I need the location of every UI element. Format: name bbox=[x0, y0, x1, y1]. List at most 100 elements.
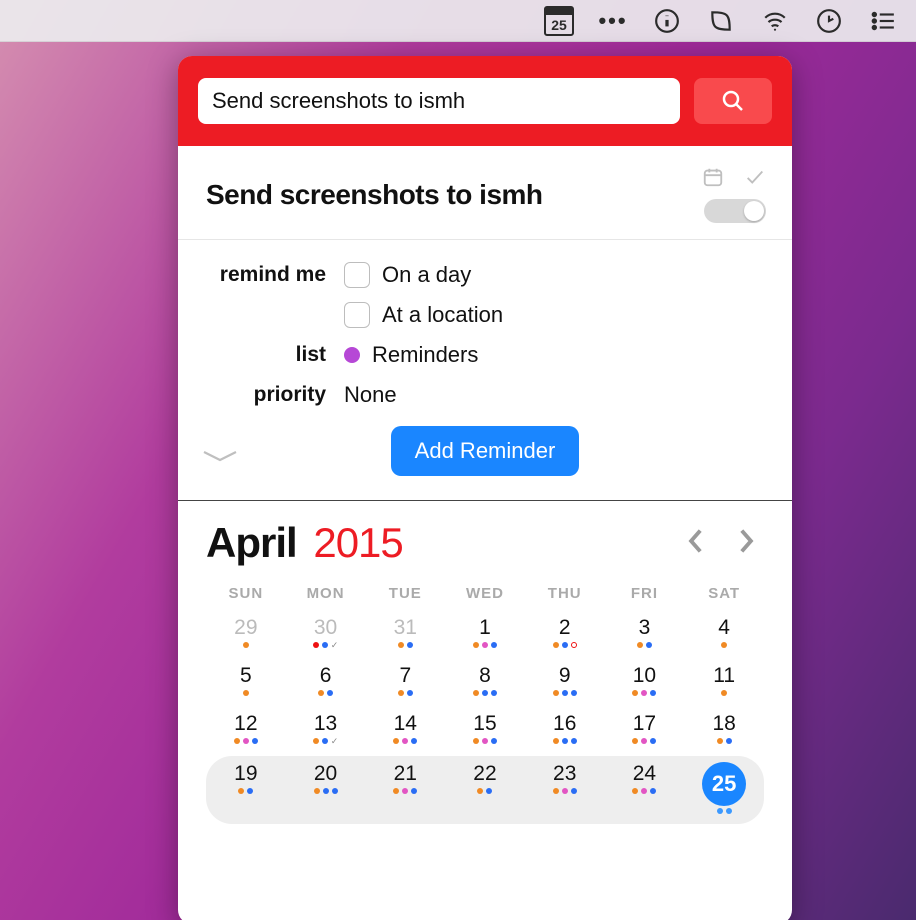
calendar-day-number: 11 bbox=[709, 664, 739, 688]
calendar-day-number: 25 bbox=[702, 762, 746, 806]
calendar-month: April bbox=[206, 519, 297, 566]
menubar-clock-icon[interactable] bbox=[814, 6, 844, 36]
calendar-day-number: 31 bbox=[390, 616, 420, 640]
priority-value: None bbox=[344, 382, 397, 408]
calendar-day[interactable]: 29 bbox=[206, 612, 286, 656]
calendar-dow: TUE bbox=[365, 585, 445, 602]
quick-entry-input[interactable] bbox=[198, 78, 680, 124]
calendar-day[interactable]: 21 bbox=[365, 758, 445, 802]
calendar-next-button[interactable] bbox=[738, 528, 756, 559]
menubar-calendar-day: 25 bbox=[551, 17, 567, 33]
calendar-day-dots bbox=[445, 642, 525, 650]
calendar-week-row: 2930✓ 31 1 2 34 bbox=[206, 612, 764, 656]
calendar-week-row: 1213✓ 14 15 16 17 18 bbox=[206, 708, 764, 752]
calendar-day-number: 6 bbox=[311, 664, 341, 688]
at-location-label: At a location bbox=[382, 302, 503, 328]
calendar-day-dots bbox=[605, 642, 685, 650]
calendar-day[interactable]: 8 bbox=[445, 660, 525, 704]
on-a-day-label: On a day bbox=[382, 262, 471, 288]
expand-chevron-icon[interactable] bbox=[202, 449, 238, 470]
calendar-day[interactable]: 16 bbox=[525, 708, 605, 752]
calendar-day[interactable]: 7 bbox=[365, 660, 445, 704]
calendar-day[interactable]: 6 bbox=[286, 660, 366, 704]
mac-menubar: 25 ••• bbox=[0, 0, 916, 42]
calendar-day-number: 10 bbox=[629, 664, 659, 688]
calendar-day[interactable]: 9 bbox=[525, 660, 605, 704]
calendar-day[interactable]: 13✓ bbox=[286, 708, 366, 752]
at-location-checkbox[interactable] bbox=[344, 302, 370, 328]
priority-selector[interactable]: None bbox=[344, 382, 397, 408]
calendar-day[interactable]: 14 bbox=[365, 708, 445, 752]
calendar-day-dots bbox=[286, 788, 366, 796]
calendar-day-number: 16 bbox=[550, 712, 580, 736]
popover-header bbox=[178, 56, 792, 146]
calendar-week-row: 19 20 21 22 23 24 25 bbox=[206, 756, 764, 824]
fantastical-popover: Send screenshots to ismh remind me On a … bbox=[178, 56, 792, 920]
calendar-day[interactable]: 23 bbox=[525, 758, 605, 802]
calendar-day-number: 30 bbox=[311, 616, 341, 640]
calendar-day[interactable]: 22 bbox=[445, 758, 525, 802]
reminder-mode-icon[interactable] bbox=[744, 166, 766, 193]
calendar-day-dots bbox=[206, 642, 286, 650]
calendar-day-dots bbox=[684, 690, 764, 698]
calendar-day[interactable]: 2 bbox=[525, 612, 605, 656]
menubar-list-icon[interactable] bbox=[868, 6, 898, 36]
calendar-day-dots bbox=[365, 690, 445, 698]
calendar-day[interactable]: 20 bbox=[286, 758, 366, 802]
calendar-day[interactable]: 24 bbox=[605, 758, 685, 802]
calendar-dow: SUN bbox=[206, 585, 286, 602]
calendar-dow-row: SUNMONTUEWEDTHUFRISAT bbox=[206, 585, 764, 602]
on-a-day-checkbox[interactable] bbox=[344, 262, 370, 288]
calendar-week-row: 5 6789 10 11 bbox=[206, 660, 764, 704]
calendar-day-dots bbox=[206, 738, 286, 746]
calendar-day-number: 2 bbox=[550, 616, 580, 640]
calendar-day-dots bbox=[365, 642, 445, 650]
calendar-day-dots bbox=[445, 788, 525, 796]
calendar-day[interactable]: 1 bbox=[445, 612, 525, 656]
reminder-title: Send screenshots to ismh bbox=[206, 179, 543, 211]
menubar-wifi-icon[interactable] bbox=[760, 6, 790, 36]
calendar-day-dots bbox=[445, 690, 525, 698]
calendar-day-number: 23 bbox=[550, 762, 580, 786]
event-reminder-toggle[interactable] bbox=[704, 199, 766, 223]
reminder-form: remind me On a day At a location list Re… bbox=[178, 240, 792, 501]
menubar-calendar-icon[interactable]: 25 bbox=[544, 6, 574, 36]
calendar-day-number: 19 bbox=[231, 762, 261, 786]
calendar-day[interactable]: 12 bbox=[206, 708, 286, 752]
list-selector[interactable]: Reminders bbox=[344, 342, 478, 368]
menubar-leaf-icon[interactable] bbox=[706, 6, 736, 36]
mini-calendar: April 2015 SUNMONTUEWEDTHUFRISAT 2930✓31… bbox=[178, 501, 792, 920]
calendar-day-dots bbox=[684, 808, 764, 816]
menubar-more-icon[interactable]: ••• bbox=[598, 6, 628, 36]
calendar-day-dots bbox=[605, 788, 685, 796]
calendar-day[interactable]: 31 bbox=[365, 612, 445, 656]
calendar-day[interactable]: 17 bbox=[605, 708, 685, 752]
search-button[interactable] bbox=[694, 78, 772, 124]
calendar-day[interactable]: 10 bbox=[605, 660, 685, 704]
calendar-day-number: 13 bbox=[311, 712, 341, 736]
calendar-day-dots bbox=[365, 788, 445, 796]
calendar-day[interactable]: 4 bbox=[684, 612, 764, 656]
calendar-day-dots bbox=[206, 690, 286, 698]
add-reminder-button[interactable]: Add Reminder bbox=[391, 426, 580, 476]
calendar-day-number: 21 bbox=[390, 762, 420, 786]
calendar-day[interactable]: 19 bbox=[206, 758, 286, 802]
calendar-day-number: 17 bbox=[629, 712, 659, 736]
calendar-day[interactable]: 18 bbox=[684, 708, 764, 752]
calendar-day[interactable]: 15 bbox=[445, 708, 525, 752]
calendar-day-dots bbox=[525, 788, 605, 796]
remind-label: remind me bbox=[204, 263, 344, 287]
event-mode-icon[interactable] bbox=[702, 166, 724, 193]
calendar-day[interactable]: 30✓ bbox=[286, 612, 366, 656]
calendar-day[interactable]: 11 bbox=[684, 660, 764, 704]
calendar-day-number: 14 bbox=[390, 712, 420, 736]
calendar-day[interactable]: 25 bbox=[684, 758, 764, 822]
menubar-info-icon[interactable] bbox=[652, 6, 682, 36]
calendar-prev-button[interactable] bbox=[686, 528, 704, 559]
calendar-day-dots bbox=[525, 738, 605, 746]
calendar-day[interactable]: 5 bbox=[206, 660, 286, 704]
calendar-dow: MON bbox=[286, 585, 366, 602]
calendar-day[interactable]: 3 bbox=[605, 612, 685, 656]
calendar-day-dots bbox=[286, 690, 366, 698]
calendar-dow: THU bbox=[525, 585, 605, 602]
